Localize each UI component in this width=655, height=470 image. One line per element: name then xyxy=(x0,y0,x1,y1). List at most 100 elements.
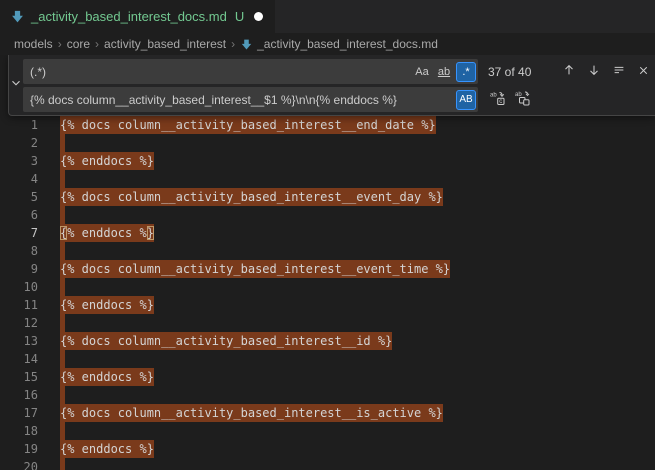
breadcrumb-item[interactable]: activity_based_interest xyxy=(104,37,226,51)
code-line[interactable]: 1{% docs column__activity_based_interest… xyxy=(0,116,655,134)
code-line[interactable]: 4 xyxy=(0,170,655,188)
line-number: 7 xyxy=(0,224,38,242)
preserve-case-toggle[interactable]: AB xyxy=(456,90,476,110)
editor-pane[interactable]: 1{% docs column__activity_based_interest… xyxy=(0,55,655,470)
breadcrumb-item[interactable]: models xyxy=(14,37,53,51)
find-in-selection-button[interactable] xyxy=(608,61,629,82)
find-value[interactable]: (.*) xyxy=(30,65,412,79)
line-number: 6 xyxy=(0,206,38,224)
line-number: 11 xyxy=(0,296,38,314)
replace-button[interactable]: ab c xyxy=(486,89,507,110)
replace-all-button[interactable]: ab xyxy=(511,89,532,110)
empty-match-highlight xyxy=(60,278,65,296)
code-line[interactable]: 5 {% docs column__activity_based_interest… xyxy=(0,188,655,206)
tab-bar: _activity_based_interest_docs.md U xyxy=(0,0,655,33)
match-highlight: {% enddocs %} xyxy=(60,296,154,314)
whole-word-toggle[interactable]: ab xyxy=(434,62,454,82)
code-line[interactable]: 9 {% docs column__activity_based_interest… xyxy=(0,260,655,278)
match-highlight: {% docs column__activity_based_interest_… xyxy=(60,188,443,206)
line-number: 18 xyxy=(0,422,38,440)
markdown-file-icon xyxy=(10,9,25,24)
match-highlight: {% docs column__activity_based_interest_… xyxy=(60,332,392,350)
line-content xyxy=(60,134,65,152)
code-line[interactable]: 19 {% enddocs %} xyxy=(0,440,655,458)
replace-input[interactable]: {% docs column__activity_based_interest_… xyxy=(23,87,478,112)
previous-match-button[interactable] xyxy=(558,61,579,82)
breadcrumb-item[interactable]: core xyxy=(67,37,90,51)
code-line[interactable]: 13 {% docs column__activity_based_interes… xyxy=(0,332,655,350)
line-number: 14 xyxy=(0,350,38,368)
svg-text:ab: ab xyxy=(490,93,497,99)
arrow-up-icon xyxy=(562,63,576,80)
line-content xyxy=(60,206,65,224)
empty-match-highlight xyxy=(60,458,65,470)
git-status-badge: U xyxy=(235,9,244,24)
code-line[interactable]: 18 xyxy=(0,422,655,440)
next-match-button[interactable] xyxy=(583,61,604,82)
line-number: 4 xyxy=(0,170,38,188)
line-content xyxy=(60,458,65,470)
match-case-toggle[interactable]: Aa xyxy=(412,62,432,82)
line-content xyxy=(60,278,65,296)
code-line[interactable]: 20 xyxy=(0,458,655,470)
code-line[interactable]: 6 xyxy=(0,206,655,224)
unsaved-changes-dot-icon[interactable] xyxy=(254,12,263,21)
line-number: 20 xyxy=(0,458,38,470)
match-highlight: {% enddocs %} xyxy=(60,368,154,386)
regex-toggle[interactable]: .* xyxy=(456,62,476,82)
code-line[interactable]: 11 {% enddocs %} xyxy=(0,296,655,314)
replace-value[interactable]: {% docs column__activity_based_interest_… xyxy=(30,93,456,107)
arrow-down-icon xyxy=(587,63,601,80)
replace-all-icon: ab xyxy=(514,90,530,109)
code-line[interactable]: 2 xyxy=(0,134,655,152)
empty-match-highlight xyxy=(60,314,65,332)
code-line[interactable]: 3{% enddocs %} xyxy=(0,152,655,170)
breadcrumb-separator-icon: › xyxy=(95,37,99,51)
line-number: 9 xyxy=(0,260,38,278)
line-content xyxy=(60,242,65,260)
line-content xyxy=(60,314,65,332)
match-highlight: {% docs column__activity_based_interest_… xyxy=(60,116,436,134)
empty-match-highlight xyxy=(60,422,65,440)
line-content xyxy=(60,386,65,404)
code-line[interactable]: 7 {% enddocs %} xyxy=(0,224,655,242)
code-line[interactable]: 16 xyxy=(0,386,655,404)
code-line[interactable]: 15 {% enddocs %} xyxy=(0,368,655,386)
match-highlight: {% docs column__activity_based_interest_… xyxy=(60,260,450,278)
line-number: 5 xyxy=(0,188,38,206)
vscode-window: _activity_based_interest_docs.md U model… xyxy=(0,0,655,470)
match-highlight: {% docs column__activity_based_interest_… xyxy=(60,404,443,422)
svg-text:c: c xyxy=(499,99,502,105)
toggle-replace-button[interactable] xyxy=(9,55,23,115)
bracket-match-close: } xyxy=(147,226,154,240)
match-highlight: {% enddocs %} xyxy=(60,224,154,242)
line-number: 13 xyxy=(0,332,38,350)
line-number: 15 xyxy=(0,368,38,386)
line-content: {% enddocs %} xyxy=(60,440,154,458)
line-content: {% enddocs %} xyxy=(60,368,154,386)
code-line[interactable]: 8 xyxy=(0,242,655,260)
line-number: 19 xyxy=(0,440,38,458)
empty-match-highlight xyxy=(60,134,65,152)
line-content: {% docs column__activity_based_interest_… xyxy=(60,116,436,134)
find-input[interactable]: (.*) Aa ab .* xyxy=(23,59,478,84)
code-line[interactable]: 10 xyxy=(0,278,655,296)
editor-tab[interactable]: _activity_based_interest_docs.md U xyxy=(0,0,275,33)
breadcrumb-item[interactable]: _activity_based_interest_docs.md xyxy=(240,37,438,51)
empty-match-highlight xyxy=(60,206,65,224)
code-area[interactable]: 1{% docs column__activity_based_interest… xyxy=(0,116,655,470)
tab-filename: _activity_based_interest_docs.md xyxy=(31,9,227,24)
line-number: 17 xyxy=(0,404,38,422)
match-highlight: {% enddocs %} xyxy=(60,440,154,458)
breadcrumb-separator-icon: › xyxy=(58,37,62,51)
find-replace-widget: (.*) Aa ab .* 37 of 40 xyxy=(8,55,655,116)
line-content: {% docs column__activity_based_interest_… xyxy=(60,260,450,278)
code-line[interactable]: 12 xyxy=(0,314,655,332)
line-content: {% docs column__activity_based_interest_… xyxy=(60,404,443,422)
code-line[interactable]: 17 {% docs column__activity_based_interes… xyxy=(0,404,655,422)
code-line[interactable]: 14 xyxy=(0,350,655,368)
close-button[interactable] xyxy=(633,61,654,82)
replace-icon: ab c xyxy=(489,90,505,109)
line-number: 16 xyxy=(0,386,38,404)
breadcrumb: models›core›activity_based_interest›_act… xyxy=(0,33,655,55)
